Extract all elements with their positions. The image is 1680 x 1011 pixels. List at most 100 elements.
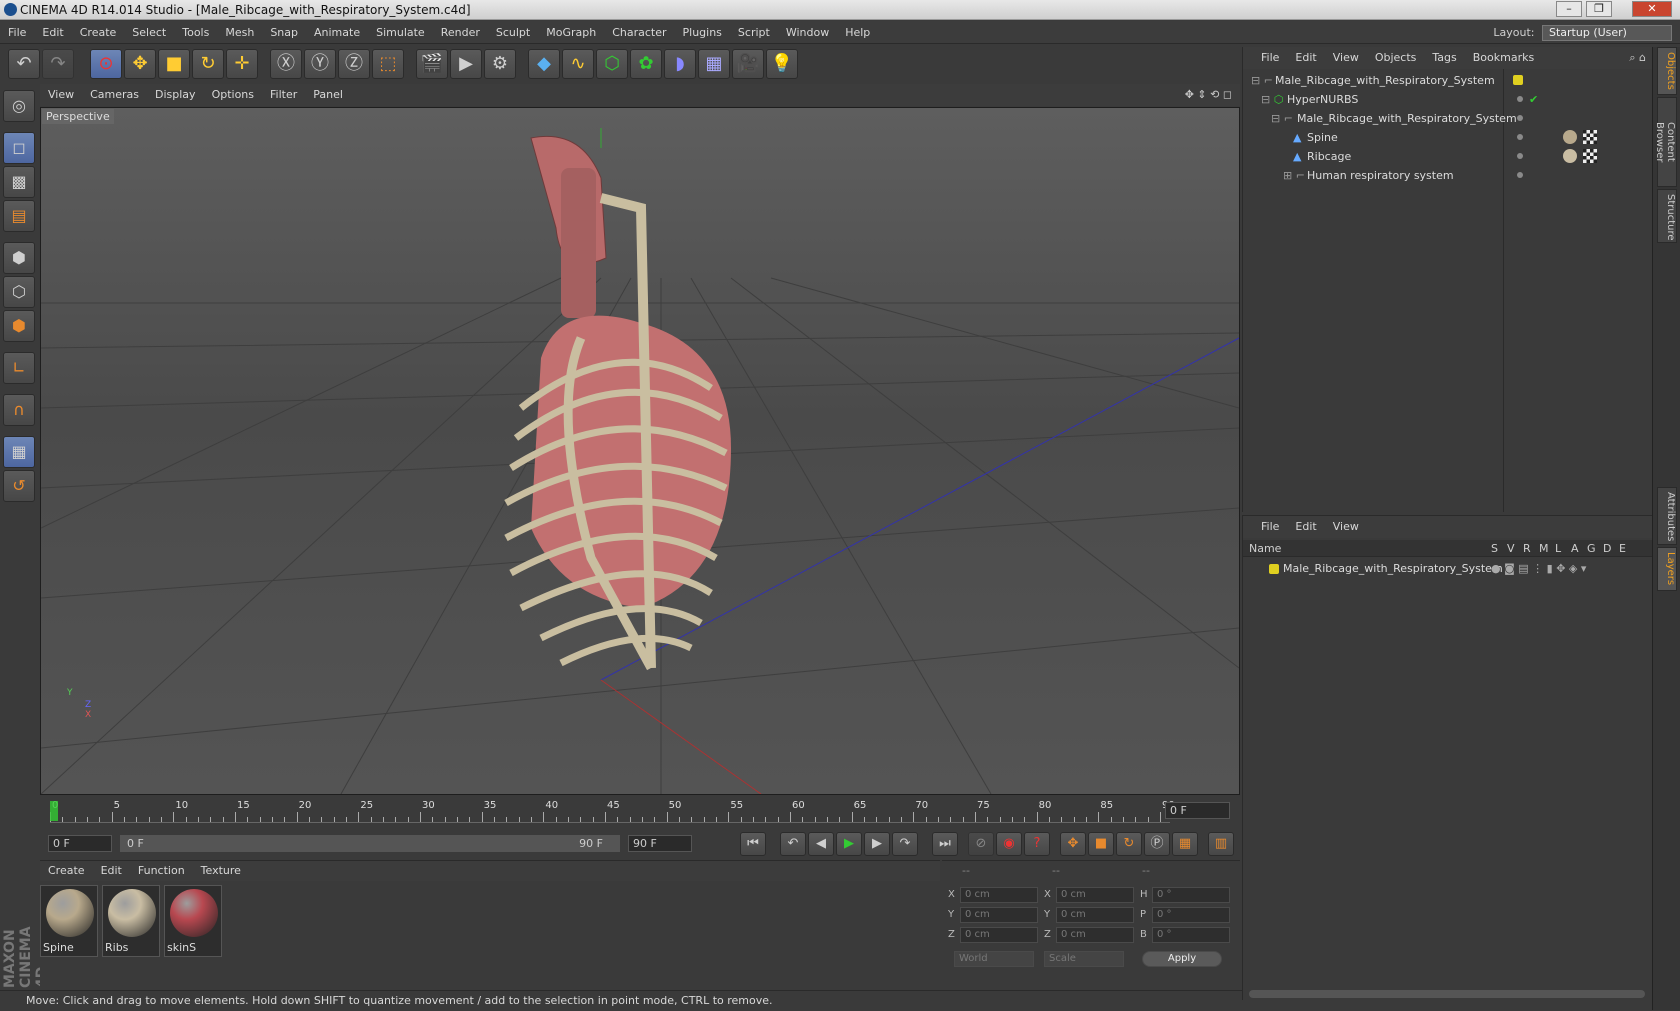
coord-rot-b-field[interactable]: 0 ° <box>1152 927 1230 943</box>
previous-frame-icon[interactable]: ◀ <box>808 832 834 856</box>
move-tool-icon[interactable]: ✥ <box>124 49 156 79</box>
obj-menu-file[interactable]: File <box>1243 47 1287 69</box>
coord-size-y-field[interactable]: 0 cm <box>1056 907 1134 923</box>
layer-color-swatch[interactable] <box>1513 75 1523 85</box>
play-forward-icon[interactable]: ▶ <box>836 832 862 856</box>
render-picture-viewer-icon[interactable]: ▶ <box>450 49 482 79</box>
nurbs-icon[interactable]: ⬡ <box>596 49 628 79</box>
spine-uvw-tag-icon[interactable] <box>1583 130 1597 144</box>
menu-tools[interactable]: Tools <box>174 21 217 44</box>
floor-scene-icon[interactable]: ▦ <box>698 49 730 79</box>
polygons-mode-icon[interactable]: ⬢ <box>3 310 35 342</box>
viewport-menu-cameras[interactable]: Cameras <box>82 84 147 106</box>
previous-key-icon[interactable]: ↶ <box>780 832 806 856</box>
coord-pos-z-field[interactable]: 0 cm <box>960 927 1038 943</box>
tree-row-ribcage[interactable]: ▲ Ribcage <box>1243 147 1653 166</box>
menu-character[interactable]: Character <box>604 21 674 44</box>
menu-mesh[interactable]: Mesh <box>217 21 262 44</box>
close-button[interactable]: ✕ <box>1632 1 1672 17</box>
viewport-menu-display[interactable]: Display <box>147 84 204 106</box>
key-pla-icon[interactable]: ▦ <box>1172 832 1198 856</box>
obj-menu-tags[interactable]: Tags <box>1424 47 1464 69</box>
material-spine[interactable]: Spine <box>40 885 98 957</box>
redo-icon[interactable]: ↷ <box>42 49 74 79</box>
tree-row-root[interactable]: ⊟ ⌐ Male_Ribcage_with_Respiratory_System <box>1243 71 1653 90</box>
timeline-ruler[interactable]: 051015202530354045505560657075808590 0 F <box>40 797 1240 827</box>
maximize-button[interactable]: ❐ <box>1586 1 1612 17</box>
mograph-cloner-icon[interactable]: ✿ <box>630 49 662 79</box>
menu-help[interactable]: Help <box>837 21 878 44</box>
ribcage-uvw-tag-icon[interactable] <box>1583 149 1597 163</box>
menu-window[interactable]: Window <box>778 21 837 44</box>
material-menu-create[interactable]: Create <box>40 861 93 881</box>
edges-mode-icon[interactable]: ⬡ <box>3 276 35 308</box>
menu-mograph[interactable]: MoGraph <box>538 21 604 44</box>
current-frame-field[interactable]: 0 F <box>1165 802 1230 819</box>
make-editable-icon[interactable]: ◎ <box>3 90 35 122</box>
menu-script[interactable]: Script <box>730 21 778 44</box>
material-menu-function[interactable]: Function <box>130 861 193 881</box>
tab-structure[interactable]: Structure <box>1657 189 1677 243</box>
coordinate-system-icon[interactable]: ⬚ <box>372 49 404 79</box>
camera-icon[interactable]: 🎥 <box>732 49 764 79</box>
coord-size-x-field[interactable]: 0 cm <box>1056 887 1134 903</box>
timeline-track[interactable]: 051015202530354045505560657075808590 <box>50 799 1175 823</box>
model-mode-icon[interactable]: ◻ <box>3 132 35 164</box>
timeline-playhead[interactable] <box>50 801 58 821</box>
scale-tool-icon[interactable]: ■ <box>158 49 190 79</box>
layout-dropdown[interactable]: Startup (User) <box>1542 25 1672 41</box>
key-parameter-icon[interactable]: Ⓟ <box>1144 832 1170 856</box>
menu-file[interactable]: File <box>0 21 34 44</box>
search-icon[interactable]: ⌕ ⌂ <box>1629 47 1646 69</box>
light-icon[interactable]: 💡 <box>766 49 798 79</box>
menu-edit[interactable]: Edit <box>34 21 71 44</box>
material-menu-edit[interactable]: Edit <box>93 861 130 881</box>
viewport-menu-view[interactable]: View <box>40 84 82 106</box>
menu-sculpt[interactable]: Sculpt <box>488 21 538 44</box>
points-mode-icon[interactable]: ⬢ <box>3 242 35 274</box>
snap-magnet-icon[interactable]: ∩ <box>3 394 35 426</box>
layer-menu-file[interactable]: File <box>1243 516 1287 538</box>
obj-menu-bookmarks[interactable]: Bookmarks <box>1465 47 1542 69</box>
material-skins[interactable]: skinS <box>164 885 222 957</box>
key-rotation-icon[interactable]: ↻ <box>1116 832 1142 856</box>
tab-layers[interactable]: Layers <box>1657 547 1677 591</box>
menu-plugins[interactable]: Plugins <box>675 21 730 44</box>
z-axis-lock-icon[interactable]: Ⓩ <box>338 49 370 79</box>
spline-pen-icon[interactable]: ∿ <box>562 49 594 79</box>
menu-simulate[interactable]: Simulate <box>368 21 433 44</box>
rotate-tool-icon[interactable]: ↻ <box>192 49 224 79</box>
quantize-icon[interactable]: ↺ <box>3 470 35 502</box>
go-to-start-icon[interactable]: ⏮ <box>740 832 766 856</box>
ribcage-material-tag-icon[interactable] <box>1563 149 1577 163</box>
deformer-icon[interactable]: ◗ <box>664 49 696 79</box>
timeline-window-icon[interactable]: ▥ <box>1208 832 1234 856</box>
coord-pos-y-field[interactable]: 0 cm <box>960 907 1038 923</box>
recent-tool-icon[interactable]: ✛ <box>226 49 258 79</box>
menu-animate[interactable]: Animate <box>306 21 368 44</box>
enabled-check-icon[interactable]: ✔ <box>1529 90 1538 109</box>
coord-rot-p-field[interactable]: 0 ° <box>1152 907 1230 923</box>
key-position-icon[interactable]: ✥ <box>1060 832 1086 856</box>
obj-menu-view[interactable]: View <box>1325 47 1367 69</box>
render-settings-icon[interactable]: ⚙ <box>484 49 516 79</box>
viewport-nav-icons[interactable]: ✥ ⇕ ⟲ ◻ <box>1185 84 1232 106</box>
menu-select[interactable]: Select <box>124 21 174 44</box>
cube-primitive-icon[interactable]: ◆ <box>528 49 560 79</box>
obj-menu-edit[interactable]: Edit <box>1287 47 1324 69</box>
autokeying-icon[interactable]: ◉ <box>996 832 1022 856</box>
layer-color-swatch-icon[interactable] <box>1269 564 1279 574</box>
tab-content-browser[interactable]: Content Browser <box>1654 97 1677 187</box>
tab-objects[interactable]: Objects <box>1657 47 1677 95</box>
live-selection-icon[interactable]: ⊙ <box>90 49 122 79</box>
coord-rot-h-field[interactable]: 0 ° <box>1152 887 1230 903</box>
render-view-icon[interactable]: 🎬 <box>416 49 448 79</box>
tree-row-hypernurbs[interactable]: ⊟ ⬡ HyperNURBS ✔ <box>1243 90 1653 109</box>
tab-attributes[interactable]: Attributes <box>1657 487 1677 545</box>
menu-create[interactable]: Create <box>72 21 125 44</box>
3d-viewport[interactable]: Perspective Y X Z <box>40 107 1240 795</box>
layer-toggle-icons[interactable]: ● ◙ ▤ ⋮ ▮ ✥ ◈ ▾ <box>1491 559 1586 578</box>
viewport-menu-panel[interactable]: Panel <box>305 84 351 106</box>
workplane-lock-icon[interactable]: ▦ <box>3 436 35 468</box>
x-axis-lock-icon[interactable]: Ⓧ <box>270 49 302 79</box>
